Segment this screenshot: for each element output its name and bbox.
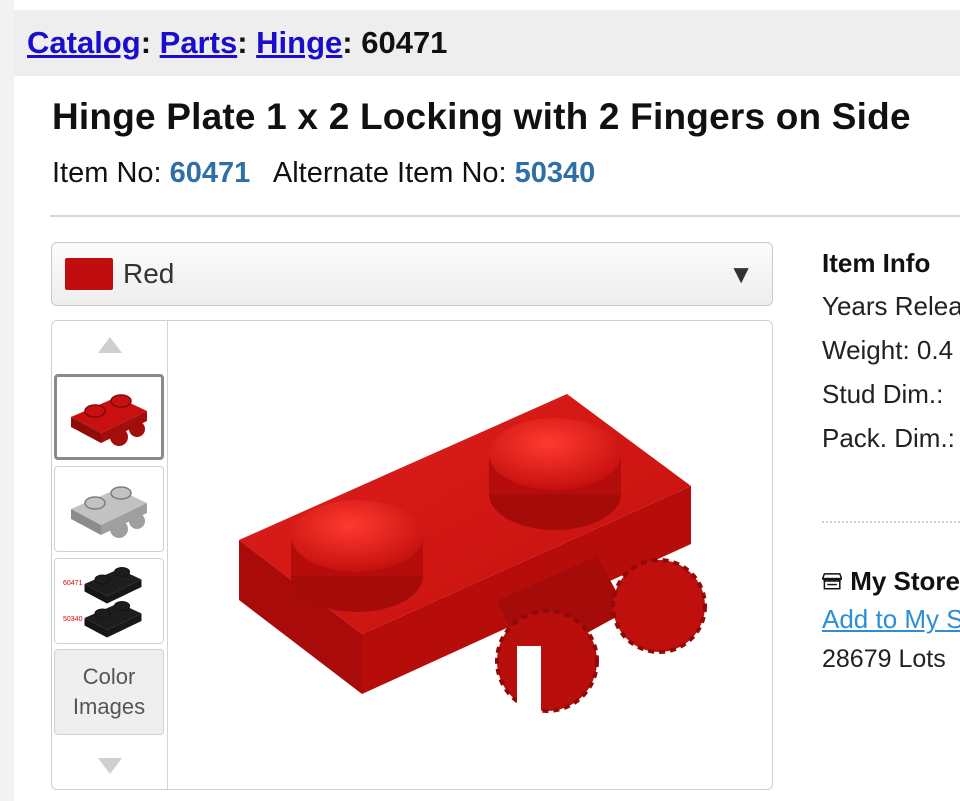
color-images-button[interactable]: Color Images (54, 649, 164, 735)
page-title: Hinge Plate 1 x 2 Locking with 2 Fingers… (52, 96, 911, 137)
thumb-label-1: 60471 (63, 580, 83, 587)
color-select-dropdown[interactable]: Red ▼ (51, 242, 773, 306)
alt-item-no-label: Alternate Item No: (272, 157, 507, 189)
item-info-panel: Item Info Years Released: Weight: 0.4 St… (822, 248, 960, 460)
chevron-down-icon: ▼ (728, 259, 754, 289)
section-divider (822, 521, 960, 523)
scroll-up-arrow-icon[interactable] (98, 337, 122, 353)
brick-shape (71, 486, 147, 538)
info-pack-dim: Pack. Dim.: (822, 423, 955, 453)
breadcrumb: Catalog : Parts : Hinge : 60471 (14, 10, 960, 76)
info-years-released: Years Released: (822, 291, 960, 321)
color-swatch (65, 258, 113, 290)
breadcrumb-current: 60471 (361, 25, 448, 60)
thumb-label-2: 50340 (63, 616, 83, 623)
info-stud-dim: Stud Dim.: (822, 379, 944, 409)
thumbnail-light-gray[interactable] (54, 466, 164, 552)
item-numbers: Item No: 60471 Alternate Item No: 50340 (52, 157, 595, 190)
main-part-image (239, 394, 707, 716)
breadcrumb-link-hinge[interactable]: Hinge (256, 25, 342, 61)
hinge-plate-gray-thumb (71, 486, 147, 538)
breadcrumb-separator: : (140, 25, 152, 60)
scroll-down-arrow-icon[interactable] (98, 758, 122, 774)
alt-item-no-value[interactable]: 50340 (515, 157, 596, 189)
item-no-label: Item No: (52, 157, 162, 189)
item-no-value[interactable]: 60471 (170, 157, 251, 189)
my-store-panel: My Store Add to My Store 28679 Lots (822, 562, 960, 674)
my-store-heading: My Store (822, 562, 960, 600)
thumbnail-strip: 60471 50340 Color Images (52, 321, 168, 789)
selected-color-label: Red (123, 258, 175, 289)
thumbnail-red[interactable] (54, 374, 164, 460)
brick-shape (71, 394, 147, 446)
color-images-label-2: Images (72, 694, 146, 719)
lots-count: 28679 Lots (822, 645, 946, 673)
add-to-my-store-link[interactable]: Add to My Store (822, 604, 960, 635)
hinge-plate-black-thumb: 60471 50340 (63, 566, 142, 638)
divider (50, 215, 960, 217)
item-info-heading: Item Info (822, 248, 931, 278)
thumbnail-black-variants[interactable]: 60471 50340 (54, 558, 164, 644)
breadcrumb-link-parts[interactable]: Parts (160, 25, 238, 61)
image-viewer: 60471 50340 Color Images (51, 320, 773, 790)
breadcrumb-separator: : (237, 25, 248, 60)
hinge-plate-render (239, 394, 707, 716)
store-icon (822, 573, 843, 590)
breadcrumb-link-catalog[interactable]: Catalog (27, 25, 141, 61)
my-store-title: My Store (850, 565, 960, 596)
hinge-plate-red-thumb (71, 394, 147, 446)
breadcrumb-separator: : (342, 25, 353, 60)
brick-shape (84, 566, 142, 604)
color-images-label-1: Color (82, 664, 136, 689)
info-weight: Weight: 0.4 (822, 335, 954, 365)
brick-shape (84, 600, 142, 638)
